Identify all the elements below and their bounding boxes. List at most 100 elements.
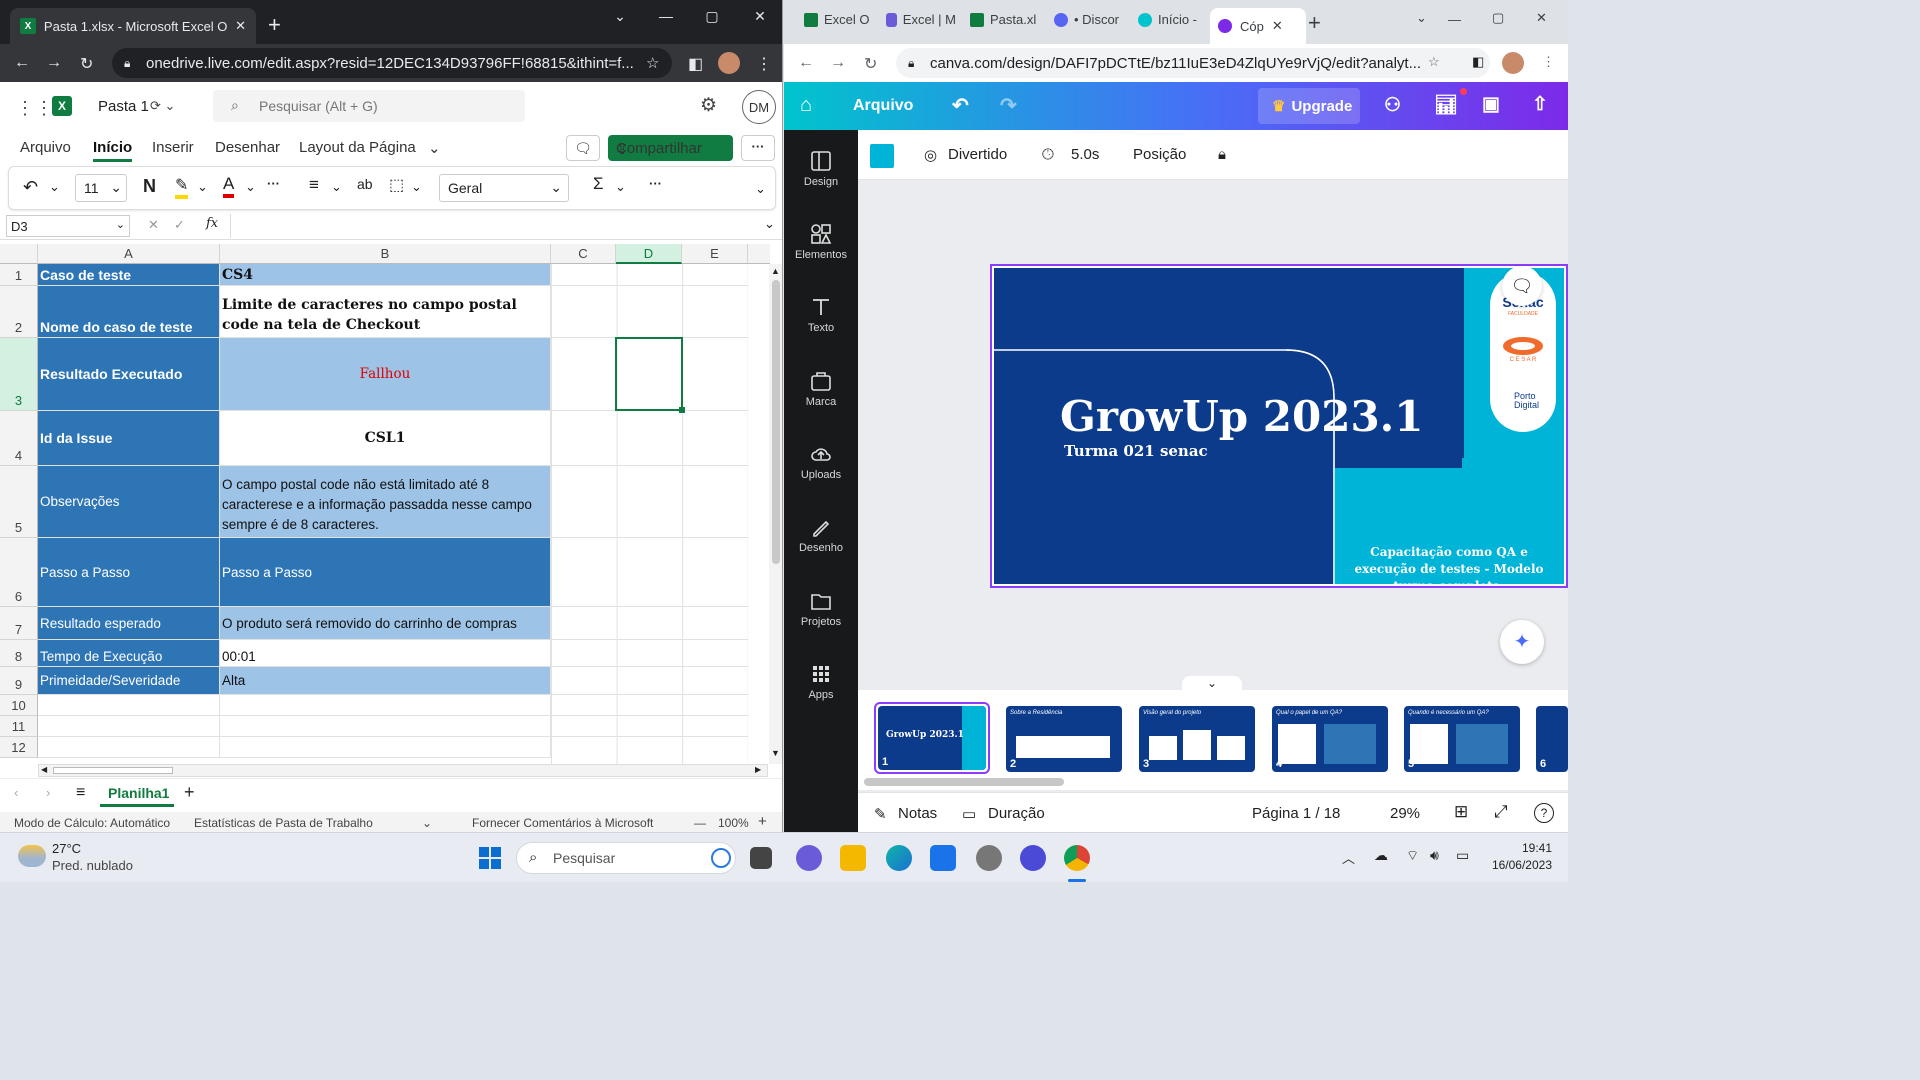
minimize-icon[interactable]: — [646, 8, 686, 24]
clock-icon[interactable]: 🕓︎ [1042, 146, 1054, 163]
close-window-icon[interactable]: ✕ [740, 8, 780, 25]
browser-tab[interactable]: Pasta.xl [970, 12, 1040, 27]
profile-avatar[interactable] [1502, 52, 1524, 74]
row-header[interactable]: 12 [0, 737, 38, 758]
thumbnail-page-4[interactable]: Qual o papel de um QA? 4 [1272, 706, 1388, 772]
row-header[interactable]: 8 [0, 640, 38, 667]
position-label[interactable]: Posição [1133, 146, 1186, 163]
more-font-icon[interactable]: ··· [267, 176, 280, 191]
add-sheet-icon[interactable]: + [184, 782, 195, 803]
cell-b5[interactable]: O campo postal code não está limitado at… [220, 466, 551, 538]
forward-icon[interactable]: → [46, 54, 62, 72]
font-size-select[interactable]: 11 ⌄ [75, 174, 127, 202]
horizontal-scrollbar[interactable]: ◀ ▶ [38, 764, 768, 777]
tab-inicio[interactable]: Início [93, 139, 133, 162]
all-sheets-icon[interactable]: ≡ [76, 784, 85, 802]
column-header[interactable]: D [616, 244, 682, 264]
teams-chat-icon[interactable] [796, 845, 822, 871]
chevron-down-icon[interactable]: ⌄ [197, 179, 208, 195]
cell-a2[interactable]: Nome do caso de teste [38, 286, 220, 338]
thumbnail-page-6[interactable]: 6 [1536, 706, 1568, 772]
row-header[interactable]: 10 [0, 695, 38, 716]
cell-a5[interactable]: Observações [38, 466, 220, 538]
row-header[interactable]: 2 [0, 286, 38, 338]
notes-icon[interactable]: ✎ [874, 805, 887, 823]
cell-b6[interactable]: Passo a Passo [220, 538, 551, 607]
thumbnail-page-1[interactable]: GrowUp 2023.1 1 [878, 706, 986, 770]
column-header[interactable]: A [38, 244, 220, 264]
minimize-icon[interactable]: — [1448, 12, 1461, 27]
slide-caption[interactable]: Capacitação como QA e execução de testes… [1342, 544, 1556, 584]
row-header[interactable]: 6 [0, 538, 38, 607]
chevron-down-icon[interactable]: ⌄ [331, 179, 342, 195]
copilot-app-icon[interactable] [1020, 845, 1046, 871]
row-header[interactable]: 9 [0, 667, 38, 695]
expand-ribbon-icon[interactable]: ⌄ [755, 181, 766, 197]
browser-tab[interactable]: • Discor [1054, 12, 1124, 27]
cell-b9[interactable]: Alta [220, 667, 551, 695]
formula-input[interactable] [230, 214, 780, 238]
cell-b11[interactable] [220, 716, 551, 737]
sidebar-item-desenho[interactable]: Desenho [784, 516, 858, 554]
cell-a12[interactable] [38, 737, 220, 758]
volume-icon[interactable]: 🔊︎ [1430, 847, 1439, 864]
chevron-down-icon[interactable]: ⌄ [49, 179, 60, 195]
clock-date[interactable]: 16/06/2023 [1482, 858, 1552, 872]
more-tools-icon[interactable]: ··· [649, 176, 662, 191]
file-menu[interactable]: Arquivo [853, 97, 913, 115]
comments-icon[interactable]: 🗨︎ [566, 135, 600, 161]
cell-a8[interactable]: Tempo de Execução [38, 640, 220, 667]
tab-search-icon[interactable]: ⌄ [1416, 10, 1427, 26]
comment-add-icon[interactable]: 🗨︎ [1502, 266, 1542, 306]
back-icon[interactable]: ← [798, 54, 814, 72]
row-header[interactable]: 11 [0, 716, 38, 737]
reload-icon[interactable]: ↻ [80, 54, 93, 74]
row-header[interactable]: 7 [0, 607, 38, 640]
tab-search-icon[interactable]: ⌄ [600, 8, 640, 25]
excel-tab[interactable]: X Pasta 1.xlsx - Microsoft Excel Onl ✕ [10, 8, 256, 44]
duration-icon[interactable]: ▭ [962, 805, 976, 823]
undo-icon[interactable]: ↶ [952, 93, 969, 118]
insights-icon[interactable]: 📊︎ [1434, 93, 1458, 117]
sidepanel-icon[interactable]: ◧ [688, 54, 703, 74]
help-icon[interactable]: ? [1534, 803, 1554, 823]
sidebar-item-texto[interactable]: Texto [784, 296, 858, 334]
thumbnail-page-5[interactable]: Quando é necessário um QA? 5 [1404, 706, 1520, 772]
sheet-tab-planilha1[interactable]: Planilha1 [100, 779, 174, 807]
cell-b7[interactable]: O produto será removido do carrinho de c… [220, 607, 551, 640]
bookmark-star-icon[interactable]: ☆ [1428, 54, 1440, 70]
show-hidden-icons-icon[interactable]: ︿ [1342, 848, 1355, 867]
share-button[interactable]: ⇪ Compartilhar ⌄ [608, 135, 733, 161]
grid-view-icon[interactable]: ⊞ [1454, 802, 1468, 822]
animation-icon[interactable]: ◎ [924, 146, 937, 164]
weather-temp[interactable]: 27°C [52, 841, 81, 856]
share-people-icon[interactable]: ⚇ [1384, 94, 1401, 117]
calc-mode[interactable]: Modo de Cálculo: Automático [14, 816, 170, 830]
scroll-up-icon[interactable]: ▲ [771, 266, 780, 276]
number-format-select[interactable]: Geral ⌄ [439, 174, 569, 202]
workbook-stats[interactable]: Estatísticas de Pasta de Trabalho [194, 816, 373, 830]
close-tab-icon[interactable]: ✕ [1272, 18, 1283, 34]
lock-icon[interactable]: 🔒︎ [1218, 146, 1226, 163]
row-header[interactable]: 3 [0, 338, 38, 411]
notes-button[interactable]: Notas [898, 805, 937, 822]
sidebar-item-apps[interactable]: Apps [784, 663, 858, 701]
name-box[interactable]: D3 ⌄ [6, 215, 130, 237]
zoom-out-icon[interactable]: — [694, 816, 706, 830]
thumbnail-page-3[interactable]: Visão geral do projeto 3 [1139, 706, 1255, 772]
column-header[interactable]: E [682, 244, 748, 264]
reload-icon[interactable]: ↻ [864, 54, 877, 74]
canva-active-tab[interactable]: Cóp ✕ [1210, 8, 1306, 44]
sidebar-item-projetos[interactable]: Projetos [784, 590, 858, 628]
cell-a7[interactable]: Resultado esperado [38, 607, 220, 640]
cell-a3[interactable]: Resultado Executado [38, 338, 220, 411]
present-icon[interactable]: ▣ [1482, 93, 1500, 116]
zoom-level[interactable]: 100% [718, 816, 749, 830]
chevron-down-icon[interactable]: ⌄ [764, 216, 775, 232]
fill-handle[interactable] [679, 407, 685, 413]
cell-b3[interactable]: Fallhou [220, 338, 551, 411]
fullscreen-icon[interactable]: ⤢ [1494, 802, 1508, 822]
scroll-right-icon[interactable]: ▶ [755, 765, 761, 774]
cell-a4[interactable]: Id da Issue [38, 411, 220, 466]
cell-b2[interactable]: Limite de caracteres no campo postal cod… [220, 286, 551, 338]
